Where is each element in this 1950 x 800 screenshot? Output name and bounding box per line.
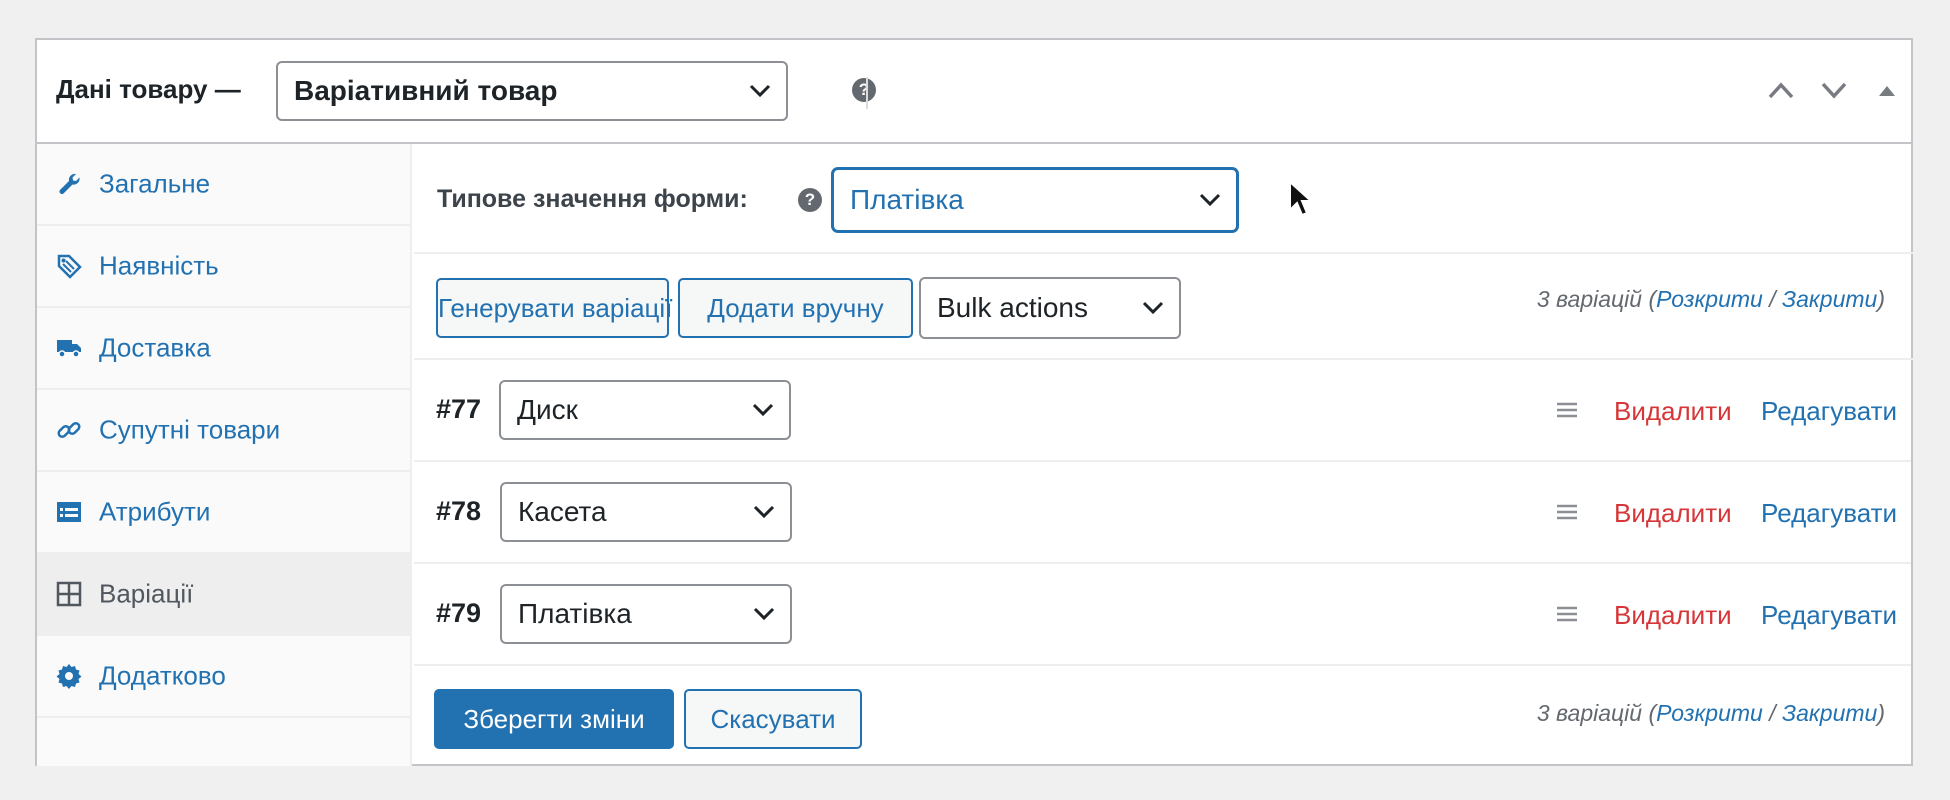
variation-row[interactable]: #77 Диск Видалити Редагувати bbox=[414, 360, 1911, 462]
variations-panel: Типове значення форми: ? Платівка Генеру… bbox=[414, 144, 1913, 766]
toggle-panel-icon[interactable] bbox=[1875, 78, 1899, 102]
edit-variation-link[interactable]: Редагувати bbox=[1761, 396, 1897, 427]
drag-handle-icon[interactable] bbox=[1556, 606, 1578, 622]
tab-advanced[interactable]: Додатково bbox=[37, 636, 412, 718]
variation-attribute-select[interactable]: Касета bbox=[500, 482, 792, 542]
separator-slash: / bbox=[1769, 700, 1776, 726]
default-form-label: Типове значення форми: bbox=[437, 185, 748, 213]
help-icon[interactable]: ? bbox=[798, 188, 822, 212]
count-text: 3 варіацій bbox=[1536, 286, 1643, 312]
default-form-value: Платівка bbox=[850, 184, 964, 215]
tag-icon bbox=[57, 254, 82, 279]
save-changes-button[interactable]: Зберегти зміни bbox=[434, 689, 674, 749]
add-manually-button[interactable]: Додати вручну bbox=[678, 278, 913, 338]
move-up-icon[interactable] bbox=[1766, 78, 1796, 102]
variation-attribute-value: Платівка bbox=[518, 598, 632, 629]
variations-count: 3 варіацій (Розкрити / Закрити) bbox=[1537, 286, 1885, 313]
paren-open: ( bbox=[1648, 700, 1657, 726]
drag-handle-icon[interactable] bbox=[1556, 504, 1578, 520]
default-form-select[interactable]: Платівка bbox=[832, 168, 1238, 232]
variation-attribute-select[interactable]: Диск bbox=[499, 380, 791, 440]
paren-close: ) bbox=[1877, 286, 1885, 312]
bulk-actions-select[interactable]: Bulk actions bbox=[919, 277, 1181, 339]
delete-variation-link[interactable]: Видалити bbox=[1614, 600, 1732, 631]
tab-label: Супутні товари bbox=[99, 414, 281, 445]
count-text: 3 варіацій bbox=[1536, 700, 1643, 726]
variations-count: 3 варіацій (Розкрити / Закрити) bbox=[1537, 700, 1885, 727]
move-down-icon[interactable] bbox=[1819, 78, 1849, 102]
variation-id: #79 bbox=[436, 598, 482, 628]
collapse-all-link[interactable]: Закрити bbox=[1782, 700, 1877, 726]
grid-icon bbox=[56, 581, 82, 607]
truck-icon bbox=[57, 340, 81, 358]
separator-slash: / bbox=[1769, 286, 1776, 312]
tab-label: Наявність bbox=[99, 250, 219, 281]
tab-shipping[interactable]: Доставка bbox=[37, 308, 412, 390]
help-icon[interactable]: ? bbox=[852, 78, 876, 102]
tab-attributes[interactable]: Атрибути bbox=[37, 472, 412, 554]
variation-attribute-value: Диск bbox=[517, 394, 578, 425]
variation-attribute-value: Касета bbox=[518, 496, 607, 527]
tab-label: Загальне bbox=[99, 168, 211, 199]
chevron-down-icon bbox=[753, 607, 775, 621]
cancel-button[interactable]: Скасувати bbox=[684, 689, 862, 749]
variation-attribute-select[interactable]: Платівка bbox=[500, 584, 792, 644]
expand-all-link[interactable]: Розкрити bbox=[1656, 286, 1763, 312]
chevron-down-icon bbox=[749, 84, 771, 98]
variation-id: #77 bbox=[436, 394, 482, 424]
tab-linked-products[interactable]: Супутні товари bbox=[37, 390, 412, 472]
tab-label: Додатково bbox=[99, 660, 226, 691]
wrench-icon bbox=[59, 173, 80, 194]
panel-header: Дані товару — Варіативний товар ? bbox=[37, 40, 1911, 144]
product-data-panel: Дані товару — Варіативний товар ? Загаль… bbox=[35, 38, 1913, 766]
header-divider bbox=[866, 77, 868, 109]
tab-variations[interactable]: Варіації bbox=[37, 554, 412, 636]
default-form-row: Типове значення форми: ? Платівка bbox=[414, 144, 1913, 254]
tab-label: Варіації bbox=[99, 578, 194, 609]
collapse-all-link[interactable]: Закрити bbox=[1782, 286, 1877, 312]
link-icon bbox=[57, 421, 81, 439]
delete-variation-link[interactable]: Видалити bbox=[1614, 498, 1732, 529]
variation-id: #78 bbox=[436, 496, 482, 526]
tab-general[interactable]: Загальне bbox=[37, 144, 412, 226]
chevron-down-icon bbox=[1199, 193, 1221, 207]
variation-row[interactable]: #79 Платівка Видалити Редагувати bbox=[414, 564, 1911, 666]
product-data-tabs: Загальне Наявність Доставка Супутні това… bbox=[37, 144, 412, 766]
chevron-down-icon bbox=[752, 403, 774, 417]
tab-inventory[interactable]: Наявність bbox=[37, 226, 412, 308]
paren-close: ) bbox=[1877, 700, 1885, 726]
mouse-cursor-icon bbox=[1289, 180, 1314, 217]
expand-all-link[interactable]: Розкрити bbox=[1656, 700, 1763, 726]
delete-variation-link[interactable]: Видалити bbox=[1614, 396, 1732, 427]
panel-title: Дані товару — bbox=[56, 74, 241, 104]
tab-label: Атрибути bbox=[99, 496, 211, 527]
tab-label: Доставка bbox=[99, 332, 211, 363]
paren-open: ( bbox=[1648, 286, 1657, 312]
product-type-select[interactable]: Варіативний товар bbox=[276, 61, 788, 121]
variations-toolbar: Генерувати варіації Додати вручну Bulk a… bbox=[414, 254, 1913, 360]
edit-variation-link[interactable]: Редагувати bbox=[1761, 498, 1897, 529]
chevron-down-icon bbox=[1142, 301, 1164, 315]
generate-variations-button[interactable]: Генерувати варіації bbox=[436, 278, 672, 338]
variation-row[interactable]: #78 Касета Видалити Редагувати bbox=[414, 462, 1911, 564]
drag-handle-icon[interactable] bbox=[1556, 402, 1578, 418]
product-type-value: Варіативний товар bbox=[294, 75, 558, 106]
gear-icon bbox=[56, 664, 82, 689]
list-icon bbox=[57, 502, 81, 522]
bulk-actions-value: Bulk actions bbox=[937, 292, 1088, 323]
chevron-down-icon bbox=[753, 505, 775, 519]
edit-variation-link[interactable]: Редагувати bbox=[1761, 600, 1897, 631]
